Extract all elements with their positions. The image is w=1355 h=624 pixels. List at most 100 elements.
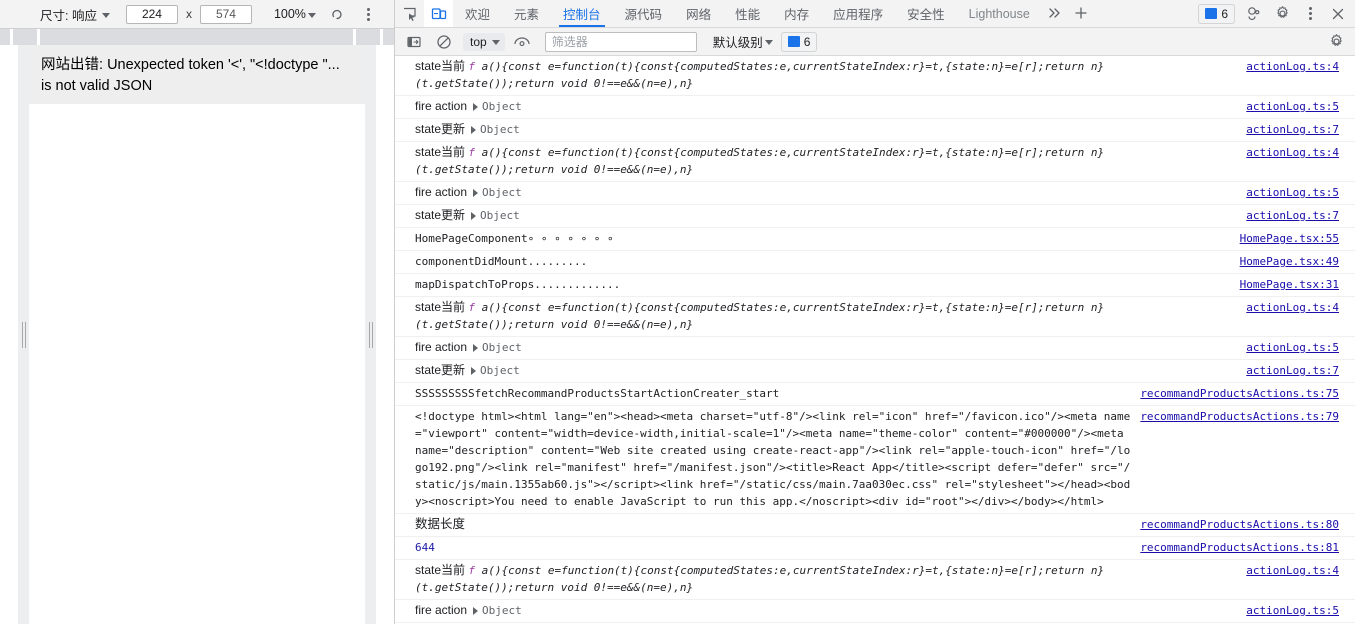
zoom-dropdown[interactable]: 100% (274, 7, 316, 21)
device-size-label: 尺寸: 响应 (40, 8, 97, 23)
tab-sources[interactable]: 源代码 (613, 0, 675, 27)
expand-triangle-icon[interactable] (473, 103, 479, 111)
devtools-more-options-icon[interactable] (1297, 1, 1323, 27)
object-preview[interactable]: Object (482, 341, 522, 354)
expand-triangle-icon[interactable] (471, 212, 477, 220)
console-issues-badge[interactable]: 6 (780, 31, 818, 52)
function-keyword: f (468, 301, 482, 314)
device-size-dropdown[interactable]: 尺寸: 响应 (40, 5, 110, 24)
console-message-row[interactable]: fire action Object actionLog.ts:5 (395, 337, 1355, 360)
console-source-link[interactable]: recommandProductsActions.ts:81 (1140, 539, 1355, 556)
clear-console-icon[interactable] (431, 29, 457, 55)
object-preview[interactable]: Object (480, 123, 520, 136)
message-count-badge[interactable]: 6 (1198, 3, 1235, 24)
console-message-row[interactable]: fire action Object actionLog.ts:5 (395, 600, 1355, 623)
expand-triangle-icon[interactable] (471, 126, 477, 134)
expand-triangle-icon[interactable] (473, 607, 479, 615)
console-source-link[interactable]: actionLog.ts:5 (1246, 184, 1355, 201)
object-preview[interactable]: Object (482, 100, 522, 113)
emulated-page-frame[interactable]: 网站出错: Unexpected token '<', "<!doctype "… (29, 45, 365, 624)
object-preview[interactable]: Object (480, 209, 520, 222)
plus-icon[interactable] (1068, 0, 1094, 26)
console-message-row[interactable]: 数据长度 recommandProductsActions.ts:80 (395, 514, 1355, 537)
console-source-link[interactable]: actionLog.ts:4 (1246, 299, 1355, 316)
tab-elements[interactable]: 元素 (502, 0, 551, 27)
console-message-text: 数据长度 (415, 517, 466, 531)
tab-memory[interactable]: 内存 (772, 0, 821, 27)
console-message-row[interactable]: state当前 f a(){const e=function(t){const{… (395, 142, 1355, 182)
console-sidebar-icon[interactable] (401, 29, 427, 55)
console-settings-gear-icon[interactable] (1323, 29, 1349, 55)
live-expression-icon[interactable] (509, 29, 535, 55)
console-message-row[interactable]: state更新 Object actionLog.ts:7 (395, 119, 1355, 142)
console-source-link[interactable]: actionLog.ts:4 (1246, 144, 1355, 161)
tab-console[interactable]: 控制台 (551, 0, 613, 27)
console-source-link[interactable]: HomePage.tsx:55 (1240, 230, 1355, 247)
console-source-link[interactable]: actionLog.ts:7 (1246, 121, 1355, 138)
tab-network[interactable]: 网络 (674, 0, 723, 27)
viewport-resize-handle-left[interactable] (18, 45, 29, 624)
function-keyword: f (468, 146, 482, 159)
viewport-resize-handle-right[interactable] (365, 45, 376, 624)
rotate-icon[interactable] (326, 3, 348, 25)
console-message-row[interactable]: state当前 f a(){const e=function(t){const{… (395, 56, 1355, 96)
console-source-link[interactable]: recommandProductsActions.ts:75 (1140, 385, 1355, 402)
tab-lighthouse[interactable]: Lighthouse (957, 0, 1042, 27)
tab-application[interactable]: 应用程序 (821, 0, 895, 27)
chevron-double-right-icon[interactable] (1042, 0, 1068, 26)
devtools-tab-bar-actions: 6 (1194, 0, 1355, 27)
object-preview[interactable]: Object (482, 186, 522, 199)
console-message-row[interactable]: componentDidMount......... HomePage.tsx:4… (395, 251, 1355, 274)
expand-triangle-icon[interactable] (473, 344, 479, 352)
console-source-link[interactable]: actionLog.ts:4 (1246, 58, 1355, 75)
console-log-level-selector[interactable]: 默认级别 (713, 32, 773, 51)
console-source-link[interactable]: HomePage.tsx:31 (1240, 276, 1355, 293)
toggle-device-toolbar-icon[interactable] (424, 0, 453, 27)
console-filter-input[interactable] (544, 31, 697, 52)
expand-triangle-icon[interactable] (473, 189, 479, 197)
devtools-cloud-icon[interactable] (1241, 1, 1267, 27)
console-message-row[interactable]: SSSSSSSSSfetchRecommandProductsStartActi… (395, 383, 1355, 406)
tab-welcome[interactable]: 欢迎 (453, 0, 502, 27)
console-source-link[interactable]: recommandProductsActions.ts:80 (1140, 516, 1355, 533)
expand-triangle-icon[interactable] (471, 367, 477, 375)
console-source-link[interactable]: actionLog.ts:5 (1246, 98, 1355, 115)
console-source-link[interactable]: actionLog.ts:7 (1246, 362, 1355, 379)
resize-grip-icon (368, 321, 373, 348)
console-message-label: state当前 (415, 563, 469, 577)
console-message-row[interactable]: state当前 f a(){const e=function(t){const{… (395, 297, 1355, 337)
console-message-row[interactable]: <!doctype html><html lang="en"><head><me… (395, 406, 1355, 514)
console-source-link[interactable]: actionLog.ts:4 (1246, 562, 1355, 579)
console-message-row[interactable]: fire action Object actionLog.ts:5 (395, 182, 1355, 205)
console-message-row[interactable]: mapDispatchToProps............. HomePage.… (395, 274, 1355, 297)
viewport-height-input[interactable] (199, 4, 252, 24)
chevron-down-icon (307, 12, 316, 18)
console-message-list[interactable]: state当前 f a(){const e=function(t){const{… (395, 56, 1355, 624)
function-source: a(){const e=function(t){const{computedSt… (415, 564, 1105, 594)
console-message-row[interactable]: 644 recommandProductsActions.ts:81 (395, 537, 1355, 560)
console-source-link[interactable]: actionLog.ts:5 (1246, 602, 1355, 619)
console-source-link[interactable]: HomePage.tsx:49 (1240, 253, 1355, 270)
console-message-row[interactable]: state更新 Object actionLog.ts:7 (395, 205, 1355, 228)
console-message-row[interactable]: fire action Object actionLog.ts:5 (395, 96, 1355, 119)
console-message-label: fire action (415, 99, 468, 113)
tab-label: 元素 (514, 8, 540, 22)
close-icon[interactable] (1325, 1, 1351, 27)
device-toolbar-more-icon[interactable] (358, 3, 380, 25)
resize-grip-icon (21, 321, 26, 348)
inspect-element-icon[interactable] (395, 0, 424, 27)
console-message-row[interactable]: state当前 f a(){const e=function(t){const{… (395, 560, 1355, 600)
console-source-link[interactable]: actionLog.ts:5 (1246, 339, 1355, 356)
tab-security[interactable]: 安全性 (895, 0, 957, 27)
kebab-menu-icon (367, 7, 371, 21)
console-source-link[interactable]: recommandProductsActions.ts:79 (1140, 408, 1355, 425)
console-message-row[interactable]: HomePageComponent∘ ∘ ∘ ∘ ∘ ∘ ∘ HomePage.t… (395, 228, 1355, 251)
object-preview[interactable]: Object (482, 604, 522, 617)
console-context-selector[interactable]: top (463, 32, 505, 51)
tab-performance[interactable]: 性能 (723, 0, 772, 27)
console-source-link[interactable]: actionLog.ts:7 (1246, 207, 1355, 224)
console-message-row[interactable]: state更新 Object actionLog.ts:7 (395, 360, 1355, 383)
object-preview[interactable]: Object (480, 364, 520, 377)
gear-icon[interactable] (1269, 1, 1295, 27)
viewport-width-input[interactable] (125, 4, 178, 24)
